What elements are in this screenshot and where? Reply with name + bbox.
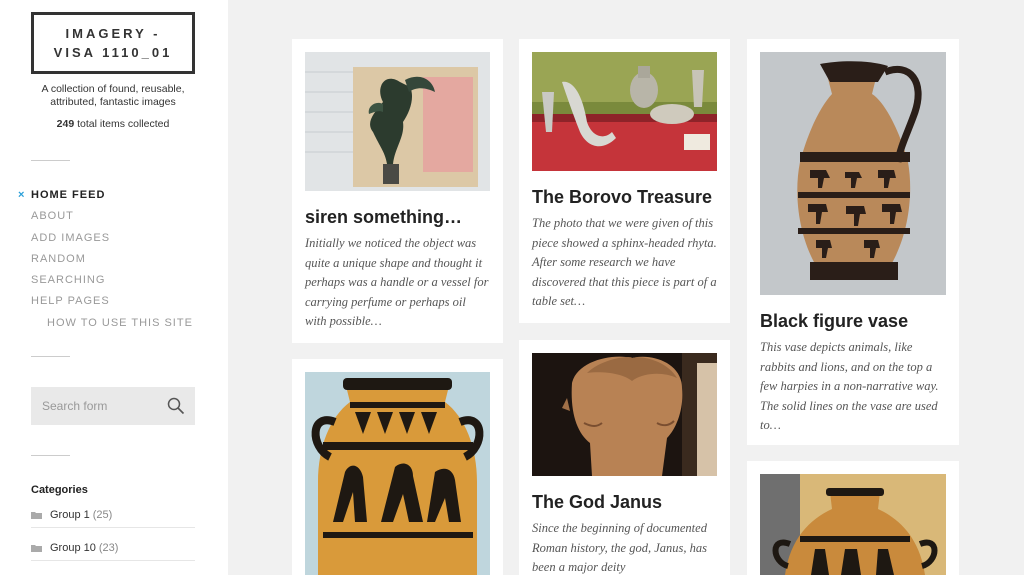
nav-item-add-images[interactable]: ADD IMAGES [31, 231, 193, 252]
post-thumbnail[interactable] [305, 372, 490, 575]
items-count-label: total items collected [77, 118, 170, 130]
categories-title: Categories [31, 484, 88, 496]
main-nav: × HOME FEED ABOUT ADD IMAGES RANDOM SEARC… [18, 188, 193, 337]
search-form [31, 387, 195, 425]
post-card[interactable]: The God Janus Since the beginning of doc… [519, 340, 730, 575]
post-thumbnail[interactable] [760, 52, 946, 295]
divider [31, 160, 70, 161]
post-card[interactable]: siren something… Initially we noticed th… [292, 39, 503, 343]
post-title[interactable]: Black figure vase [760, 310, 946, 332]
post-thumbnail[interactable] [760, 474, 946, 575]
post-thumbnail[interactable] [532, 353, 717, 476]
nav-item-how-to-use[interactable]: HOW TO USE THIS SITE [31, 316, 193, 337]
sidebar: IMAGERY - VISA 1110_01 A collection of f… [0, 0, 228, 575]
amphora-image [305, 372, 490, 575]
category-item[interactable]: Group 1 (25) [31, 503, 195, 528]
hydria-vase-image [760, 474, 946, 575]
post-title[interactable]: The God Janus [532, 491, 717, 513]
nav-item-label: HOME FEED [31, 189, 106, 201]
folder-icon [31, 512, 42, 519]
site-title-line2: VISA 1110_01 [53, 45, 173, 60]
siren-sculpture-image [305, 52, 490, 191]
divider [31, 356, 70, 357]
category-name: Group 1 [50, 509, 90, 521]
post-card[interactable] [292, 359, 503, 575]
category-count: (23) [98, 542, 119, 554]
nav-item-help-pages[interactable]: HELP PAGES [31, 294, 193, 315]
site-tagline: A collection of found, reusable, attribu… [41, 83, 185, 108]
post-card[interactable]: Black figure vase This vase depicts anim… [747, 39, 959, 445]
items-count-number: 249 [56, 118, 75, 130]
category-count: (25) [92, 509, 113, 521]
site-logo[interactable]: IMAGERY - VISA 1110_01 [31, 12, 195, 74]
category-name: Group 10 [50, 542, 96, 554]
site-title-line1: IMAGERY - [65, 26, 161, 41]
post-card[interactable] [747, 461, 959, 575]
post-excerpt: This vase depicts animals, like rabbits … [760, 340, 939, 432]
nav-item-home-feed[interactable]: × HOME FEED [18, 188, 193, 209]
search-input[interactable] [31, 387, 161, 425]
post-card[interactable]: The Borovo Treasure The photo that we we… [519, 39, 730, 323]
nav-item-about[interactable]: ABOUT [31, 209, 193, 230]
divider [31, 455, 70, 456]
nav-item-random[interactable]: RANDOM [31, 252, 193, 273]
borovo-treasure-image [532, 52, 717, 171]
post-excerpt: Since the beginning of documented Roman … [532, 521, 707, 574]
items-count: 249 total items collected [20, 118, 206, 130]
magnifier-icon[interactable] [167, 397, 185, 415]
folder-icon [31, 545, 42, 552]
nav-item-searching[interactable]: SEARCHING [31, 273, 193, 294]
black-figure-vase-image [760, 52, 946, 295]
active-marker-icon: × [18, 189, 26, 201]
post-title[interactable]: The Borovo Treasure [532, 186, 717, 208]
post-thumbnail[interactable] [532, 52, 717, 171]
category-item[interactable]: Group 10 (23) [31, 536, 195, 561]
janus-sculpture-image [532, 353, 717, 476]
post-title[interactable]: siren something… [305, 206, 490, 228]
post-excerpt: Initially we noticed the object was quit… [305, 236, 489, 328]
post-thumbnail[interactable] [305, 52, 490, 191]
post-excerpt: The photo that we were given of this pie… [532, 216, 717, 308]
